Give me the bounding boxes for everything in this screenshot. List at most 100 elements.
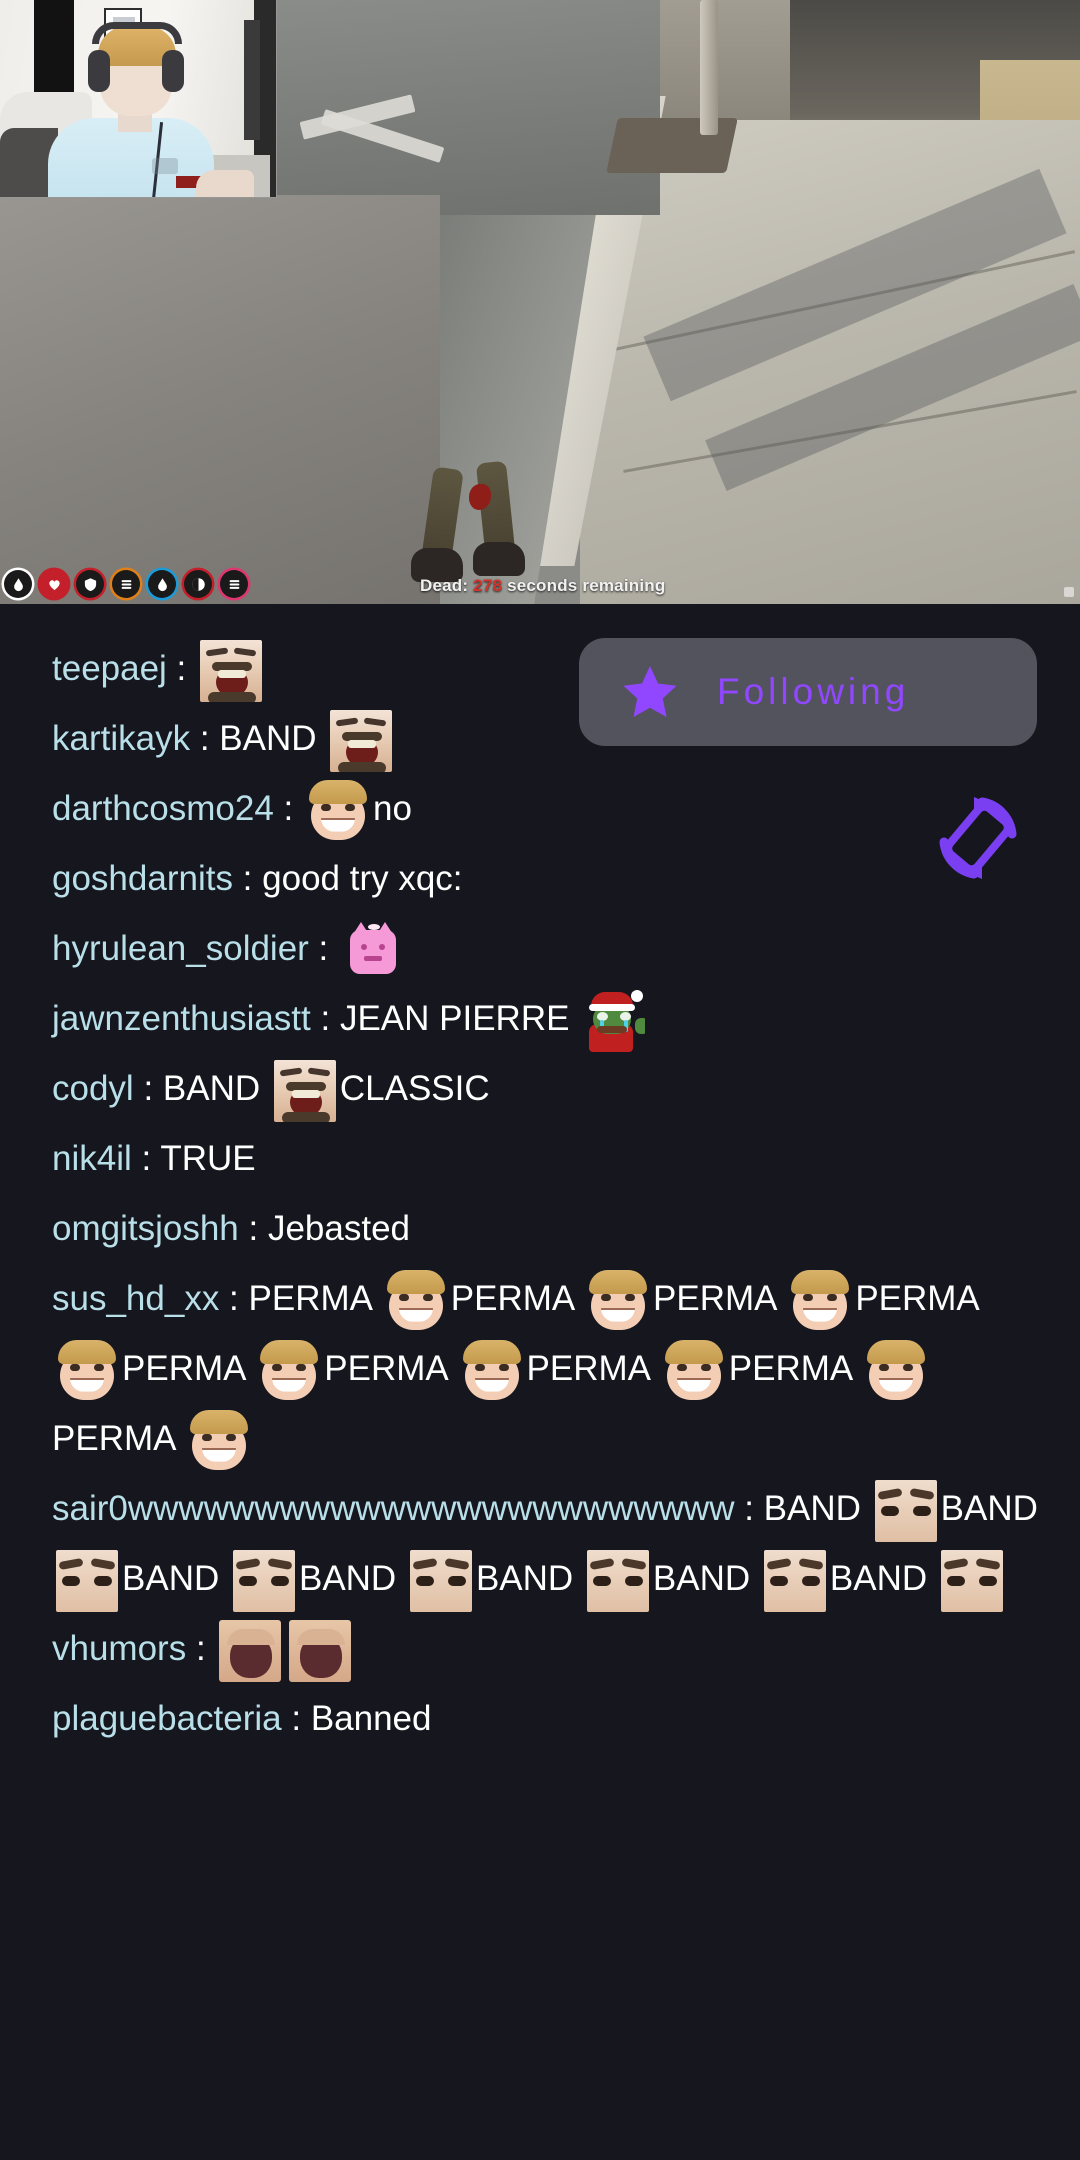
prime-badge[interactable]	[4, 570, 32, 598]
chat-separator: :	[281, 1699, 311, 1738]
chat-separator: :	[238, 1209, 268, 1248]
chat-text: BAND	[122, 1559, 229, 1598]
chat-text: PERMA	[526, 1349, 659, 1388]
chat-separator: :	[131, 1139, 161, 1178]
chat-username[interactable]: darthcosmo24	[52, 789, 274, 828]
emote-pink-creature-icon	[342, 920, 404, 982]
chat-username[interactable]: plaguebacteria	[52, 1699, 282, 1738]
chat-separator: :	[273, 789, 303, 828]
chat-username[interactable]: kartikayk	[52, 719, 190, 758]
chat-message[interactable]: plaguebacteria : Banned	[52, 1684, 1040, 1754]
chat-text: BAND	[475, 1559, 583, 1598]
emote-blonde-smile-icon	[865, 1339, 927, 1402]
emote-eyes-icon	[586, 1549, 649, 1612]
emote-blonde-smile-icon	[56, 1339, 118, 1402]
chat-message[interactable]: hyrulean_soldier :	[52, 914, 1040, 984]
emote-blonde-smile-icon	[188, 1409, 250, 1472]
chat-message[interactable]: sair0wwwwwwwwwwwwwwwwwwwwwwww : BAND BAN…	[52, 1474, 1040, 1614]
chat-text: PERMA	[324, 1349, 457, 1388]
chat-text: PERMA	[728, 1349, 862, 1388]
heart-badge[interactable]	[40, 570, 68, 598]
dead-label: Dead:	[420, 576, 469, 595]
streamer-webcam-overlay[interactable]	[0, 0, 277, 198]
chat-message-list[interactable]: teepaej : kartikayk : BAND darthcosmo24 …	[52, 634, 1040, 1754]
chat-message[interactable]: nik4il : TRUE	[52, 1124, 1040, 1194]
emote-open-mouth-icon	[289, 1619, 352, 1682]
chat-text: PERMA	[653, 1279, 786, 1318]
chat-separator: :	[308, 929, 339, 968]
chat-message[interactable]: jawnzenthusiastt : JEAN PIERRE	[52, 984, 1040, 1054]
chat-username[interactable]: teepaej	[52, 649, 167, 688]
chat-username[interactable]: codyl	[52, 1069, 134, 1108]
chat-username[interactable]: jawnzenthusiastt	[52, 999, 311, 1038]
chat-text: PERMA	[52, 1419, 185, 1458]
following-button[interactable]: Following	[579, 638, 1037, 746]
chat-separator: :	[219, 1279, 249, 1318]
chat-text: JEAN PIERRE	[339, 999, 580, 1038]
chat-text: BAND	[763, 1489, 871, 1528]
chat-username[interactable]: hyrulean_soldier	[52, 929, 309, 968]
chat-message[interactable]: darthcosmo24 : no	[52, 774, 1040, 844]
chat-separator: :	[186, 1629, 216, 1668]
chat-username[interactable]: nik4il	[52, 1139, 132, 1178]
chat-panel[interactable]: teepaej : kartikayk : BAND darthcosmo24 …	[0, 604, 1080, 2160]
emote-blonde-smile-icon	[385, 1269, 447, 1332]
emote-open-mouth-icon	[219, 1619, 282, 1682]
fullscreen-corner-marker[interactable]	[1064, 587, 1074, 597]
chat-username[interactable]: omgitsjoshh	[52, 1209, 239, 1248]
dead-suffix: seconds remaining	[507, 576, 666, 595]
chat-text: BAND	[652, 1559, 760, 1598]
chat-text: BAND	[829, 1559, 937, 1598]
emote-blonde-smile-icon	[663, 1339, 725, 1402]
chat-separator: :	[166, 649, 197, 688]
dead-seconds: 278	[473, 576, 503, 595]
emote-eyes-icon	[763, 1549, 826, 1612]
emote-santa-frog-icon	[583, 989, 646, 1052]
screen-rotate-icon[interactable]	[930, 790, 1026, 886]
shield-badge[interactable]	[76, 570, 104, 598]
moon-badge[interactable]	[184, 570, 212, 598]
emote-laugh-icon	[330, 709, 393, 772]
emote-blonde-smile-icon	[789, 1269, 851, 1332]
player-character-body	[405, 460, 570, 582]
chat-text: Banned	[310, 1699, 432, 1738]
chat-text: BAND	[940, 1489, 1038, 1528]
emote-eyes-icon	[56, 1549, 118, 1612]
chat-text: BAND	[162, 1069, 270, 1108]
chat-username[interactable]: sus_hd_xx	[52, 1279, 219, 1318]
dead-status-text: Dead: 278 seconds remaining	[420, 576, 665, 596]
chat-message[interactable]: omgitsjoshh : Jebasted	[52, 1194, 1040, 1264]
chat-message[interactable]: vhumors :	[52, 1614, 1040, 1684]
emote-blonde-smile-icon	[587, 1269, 649, 1332]
chat-text: PERMA	[855, 1279, 978, 1318]
chat-username[interactable]: sair0wwwwwwwwwwwwwwwwwwwwwwww	[52, 1489, 734, 1528]
chat-separator: :	[734, 1489, 764, 1528]
emote-eyes-icon	[232, 1549, 295, 1612]
chat-username[interactable]: goshdarnits	[52, 859, 233, 898]
chat-text: BAND	[219, 719, 327, 758]
chat-text: good try xqc:	[262, 859, 463, 898]
chat-text: PERMA	[450, 1279, 584, 1318]
chat-username[interactable]: vhumors	[52, 1629, 186, 1668]
chat-text: PERMA	[248, 1279, 381, 1318]
water-badge[interactable]	[148, 570, 176, 598]
video-player[interactable]: Dead: 278 seconds remaining	[0, 0, 1080, 604]
chat-separator: :	[310, 999, 340, 1038]
chat-text: TRUE	[160, 1139, 256, 1178]
chat-separator: :	[133, 1069, 163, 1108]
menu-badge[interactable]	[220, 570, 248, 598]
chat-message[interactable]: sus_hd_xx : PERMA PERMA PERMA PERMA PERM…	[52, 1264, 1040, 1474]
chat-text: CLASSIC	[339, 1069, 490, 1108]
chat-text: PERMA	[122, 1349, 255, 1388]
stream-badge-row[interactable]	[0, 570, 248, 598]
chat-separator: :	[232, 859, 263, 898]
chat-text: BAND	[298, 1559, 406, 1598]
chat-text: Jebasted	[267, 1209, 411, 1248]
chat-message[interactable]: goshdarnits : good try xqc:	[52, 844, 1040, 914]
chat-separator: :	[190, 719, 220, 758]
chat-text: no	[372, 789, 412, 828]
burger-badge[interactable]	[112, 570, 140, 598]
chat-message[interactable]: codyl : BAND CLASSIC	[52, 1054, 1040, 1124]
star-icon	[623, 666, 677, 717]
emote-eyes-icon	[409, 1549, 472, 1612]
